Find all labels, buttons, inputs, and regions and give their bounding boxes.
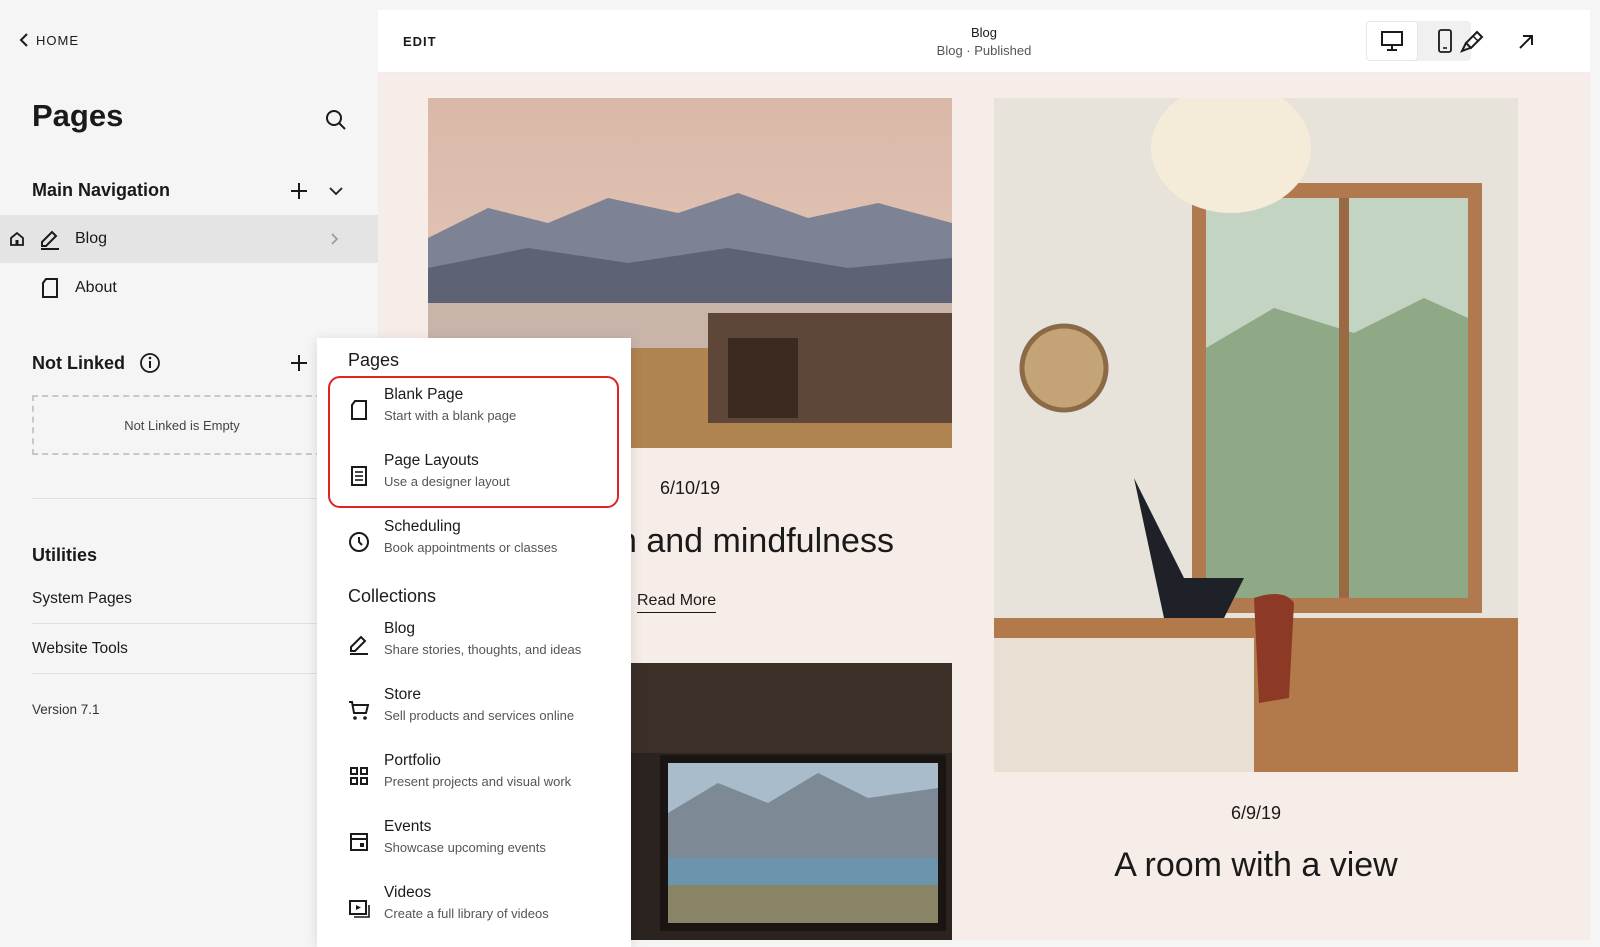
add-not-linked-button[interactable] [288,352,310,374]
divider [32,498,332,499]
chevron-left-icon [19,33,28,47]
video-icon [347,896,371,920]
divider [32,623,332,624]
blank-page-icon [347,398,371,422]
post-title[interactable]: n and mindfulness [618,522,894,561]
menu-item-title: Videos [384,884,432,901]
main-navigation-heading: Main Navigation [32,180,170,201]
menu-item-blog[interactable]: Blog Share stories, thoughts, and ideas [317,616,631,678]
not-linked-empty-state: Not Linked is Empty [32,395,332,455]
menu-item-scheduling[interactable]: Scheduling Book appointments or classes [317,514,631,576]
sidebar-item-label: Blog [75,230,108,247]
not-linked-label: Not Linked [32,352,125,373]
utility-system-pages[interactable]: System Pages [32,590,132,608]
not-linked-heading: Not Linked [32,352,161,374]
menu-item-title: Events [384,818,432,835]
desktop-icon [1381,31,1403,51]
desktop-view-button[interactable] [1366,21,1418,61]
mobile-icon [1438,29,1452,53]
menu-item-store[interactable]: Store Sell products and services online [317,682,631,744]
utilities-label: Utilities [32,545,98,565]
menu-item-events[interactable]: Events Showcase upcoming events [317,814,631,876]
divider [32,673,332,674]
menu-item-title: Store [384,686,422,703]
sidebar-item-blog[interactable]: Blog [0,215,378,263]
menu-item-subtitle: Share stories, thoughts, and ideas [384,642,582,657]
sidebar-item-label: About [75,279,117,296]
menu-item-title: Scheduling [384,518,461,535]
pages-heading: Pages [348,350,400,370]
blog-edit-icon [38,227,62,251]
menu-item-subtitle: Create a full library of videos [384,906,549,921]
menu-item-videos[interactable]: Videos Create a full library of videos [317,880,631,942]
menu-item-subtitle: Book appointments or classes [384,540,558,555]
add-to-main-navigation-button[interactable] [288,180,310,202]
utility-website-tools[interactable]: Website Tools [32,640,128,658]
editor-toolbar: EDIT Blog Blog · Published [378,10,1590,73]
clock-icon [347,530,371,554]
menu-item-subtitle: Use a designer layout [384,474,510,489]
chevron-right-icon [326,231,342,247]
info-icon[interactable] [139,352,161,374]
menu-item-title: Portfolio [384,752,441,769]
home-label: HOME [36,32,79,48]
empty-state-text: Not Linked is Empty [124,417,240,433]
post-title[interactable]: A room with a view [994,846,1518,885]
menu-item-portfolio[interactable]: Portfolio Present projects and visual wo… [317,748,631,810]
menu-item-page-layouts[interactable]: Page Layouts Use a designer layout [317,448,631,510]
collections-heading: Collections [348,586,437,606]
menu-item-title: Page Layouts [384,452,479,469]
design-brush-icon[interactable] [1458,28,1486,56]
home-back-link[interactable]: HOME [18,32,79,48]
menu-item-subtitle: Present projects and visual work [384,774,572,789]
menu-item-blank-page[interactable]: Blank Page Start with a blank page [317,382,631,444]
menu-item-title: Blog [384,620,416,637]
post-image-bedroom[interactable] [994,98,1518,772]
open-external-icon[interactable] [1512,28,1540,56]
menu-item-subtitle: Showcase upcoming events [384,840,546,855]
main-navigation-label: Main Navigation [32,180,171,200]
sidebar-item-about[interactable]: About [0,264,378,312]
post-date: 6/9/19 [1230,803,1282,823]
add-page-menu: Pages Blank Page Start with a blank page… [317,338,631,947]
device-toggle [1366,21,1471,61]
cart-icon [347,698,371,722]
panel-title: Pages [32,98,124,133]
calendar-icon [347,830,371,854]
homepage-icon [8,230,26,248]
read-more-link[interactable]: Read More [637,592,717,613]
menu-item-title: Blank Page [384,386,464,403]
utilities-heading: Utilities [32,545,97,566]
layout-icon [347,464,371,488]
grid-icon [347,764,371,788]
search-icon[interactable] [324,108,348,132]
blog-edit-icon [347,632,371,656]
chevron-down-icon[interactable] [326,181,346,201]
page-icon [38,276,62,300]
version-label: Version 7.1 [32,702,100,717]
menu-item-subtitle: Start with a blank page [384,408,517,423]
menu-item-subtitle: Sell products and services online [384,708,575,723]
